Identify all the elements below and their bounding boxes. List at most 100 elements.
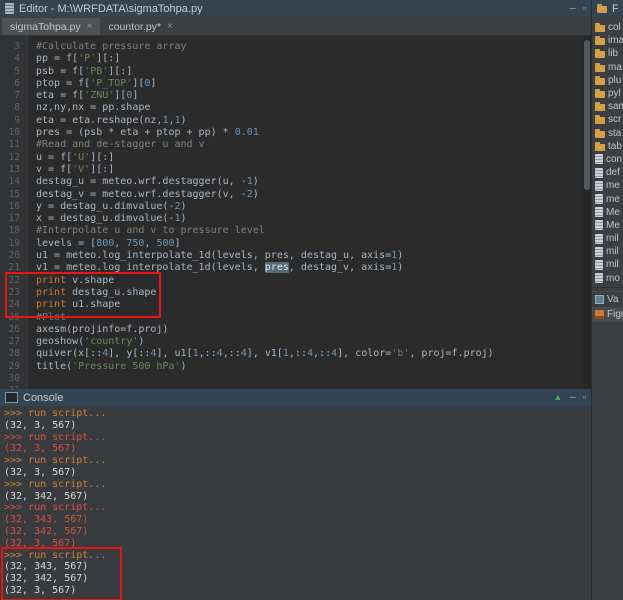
code-text: quiver(x[::4], y[::4], u1[1,::4,::4], v1… bbox=[27, 348, 494, 360]
editor-pane-header: Editor - M:\WRFDATA\sigmaTohpa.py ─ ▫ bbox=[0, 0, 591, 17]
code-line: 7eta = f['ZNU'][0] bbox=[0, 90, 591, 102]
code-line: 9eta = eta.reshape(nz,1,1) bbox=[0, 115, 591, 127]
code-token: ] bbox=[132, 90, 138, 101]
file-tree-item[interactable]: sta bbox=[595, 127, 623, 140]
tab-countor[interactable]: countor.py* × bbox=[100, 18, 180, 35]
code-line: 19levels = [800, 750, 500] bbox=[0, 238, 591, 250]
console-line: >>> run script... bbox=[4, 408, 591, 420]
console-run-up-icon[interactable]: ▲ bbox=[553, 393, 562, 402]
code-token: , bbox=[144, 238, 156, 249]
code-token: 750 bbox=[126, 238, 144, 249]
code-token: 'ZNU' bbox=[84, 90, 114, 101]
tab-label: countor.py* bbox=[108, 21, 161, 33]
code-line: 24print u1.shape bbox=[0, 299, 591, 311]
line-number: 23 bbox=[0, 287, 27, 299]
figures-tab-label: Figu bbox=[607, 309, 623, 320]
code-text: x = destag_u.dimvalue(-1) bbox=[27, 213, 187, 225]
code-text: #Plot bbox=[27, 312, 66, 324]
console-line: (32, 342, 567) bbox=[4, 573, 591, 585]
tab-label: sigmaTohpa.py bbox=[10, 21, 81, 33]
tab-close-icon[interactable]: × bbox=[167, 21, 173, 32]
code-token: ,:: bbox=[223, 348, 241, 359]
code-line: 11#Read and de-stagger u and v bbox=[0, 139, 591, 151]
file-tree-item[interactable]: tab bbox=[595, 140, 623, 153]
code-token: ,:: bbox=[313, 348, 331, 359]
code-token: 500 bbox=[156, 238, 174, 249]
file-tree-item-label: con bbox=[606, 154, 622, 165]
variables-tab[interactable]: Va bbox=[592, 292, 623, 307]
file-tree-item[interactable]: ima bbox=[595, 34, 623, 47]
line-number: 22 bbox=[0, 275, 27, 287]
editor-minimize-icon[interactable]: ─ bbox=[569, 4, 575, 13]
file-tree-item[interactable]: lib bbox=[595, 47, 623, 60]
file-tree-item[interactable]: mo bbox=[595, 272, 623, 285]
line-number: 9 bbox=[0, 115, 27, 127]
file-tree-item[interactable]: sam bbox=[595, 100, 623, 113]
file-tree-item[interactable]: Me bbox=[595, 206, 623, 219]
file-tree-item[interactable]: me bbox=[595, 179, 623, 192]
code-editor[interactable]: 3#Calculate pressure array4pp = f['P'][:… bbox=[0, 36, 591, 389]
code-line: 14destag_u = meteo.wrf.destagger(u, -1) bbox=[0, 176, 591, 188]
file-tree-item[interactable]: con bbox=[595, 153, 623, 166]
console-minimize-icon[interactable]: ─ bbox=[569, 393, 575, 402]
code-line: 26axesm(projinfo=f.proj) bbox=[0, 324, 591, 336]
folder-icon bbox=[595, 65, 605, 72]
file-tree-item-label: Me bbox=[606, 220, 620, 231]
code-line: 17x = destag_u.dimvalue(-1) bbox=[0, 213, 591, 225]
console-float-icon[interactable]: ▫ bbox=[583, 393, 586, 402]
code-token: geoshow( bbox=[36, 336, 84, 347]
file-tree-item[interactable]: ma bbox=[595, 61, 623, 74]
file-tree-item[interactable]: pyl bbox=[595, 87, 623, 100]
code-token: 'P' bbox=[78, 53, 96, 64]
code-text: print destag_u.shape bbox=[27, 287, 156, 299]
code-lines-container: 3#Calculate pressure array4pp = f['P'][:… bbox=[0, 41, 591, 389]
file-tree-item[interactable]: mil bbox=[595, 245, 623, 258]
code-text: pp = f['P'][:] bbox=[27, 53, 120, 65]
line-number: 26 bbox=[0, 324, 27, 336]
code-token: 'b' bbox=[391, 348, 409, 359]
console-line: (32, 343, 567) bbox=[4, 514, 591, 526]
code-token: ], u1[ bbox=[156, 348, 192, 359]
file-tree-item[interactable]: mil bbox=[595, 258, 623, 271]
folder-icon bbox=[597, 6, 607, 13]
file-panel-title: File bbox=[612, 3, 618, 15]
code-token: print bbox=[36, 275, 66, 286]
console-lines-container: >>> run script...(32, 3, 567)>>> run scr… bbox=[4, 408, 591, 597]
file-tree-item[interactable]: def bbox=[595, 166, 623, 179]
file-tree-item-label: lib bbox=[608, 48, 618, 59]
code-token: ) bbox=[181, 201, 187, 212]
file-tree-item[interactable]: mil bbox=[595, 232, 623, 245]
file-tree-item[interactable]: scr bbox=[595, 113, 623, 126]
tab-close-icon[interactable]: × bbox=[87, 21, 93, 32]
line-number: 15 bbox=[0, 189, 27, 201]
console-line: >>> run script... bbox=[4, 550, 591, 562]
folder-icon bbox=[595, 104, 605, 111]
file-tree-item[interactable]: Me bbox=[595, 219, 623, 232]
file-icon bbox=[595, 273, 603, 283]
code-token: v1 = meteo.log_interpolate_1d(levels, bbox=[36, 262, 265, 273]
code-token: 'V' bbox=[72, 164, 90, 175]
code-token: ) bbox=[181, 115, 187, 126]
editor-scrollbar[interactable] bbox=[583, 36, 591, 389]
figures-tab[interactable]: Figu bbox=[592, 307, 623, 322]
code-token: , destag_v, axis= bbox=[289, 262, 391, 273]
tab-sigmatohpa[interactable]: sigmaTohpa.py × bbox=[2, 18, 100, 35]
file-tree-item[interactable]: col bbox=[595, 21, 623, 34]
file-tree-item[interactable]: me bbox=[595, 192, 623, 205]
file-tree-item-label: mil bbox=[606, 259, 619, 270]
code-line: 6ptop = f['P_TOP'][0] bbox=[0, 78, 591, 90]
file-tree-item[interactable]: plu bbox=[595, 74, 623, 87]
folder-icon bbox=[595, 38, 605, 45]
code-token: ][ bbox=[114, 90, 126, 101]
code-line: 27geoshow('country') bbox=[0, 336, 591, 348]
code-token: 'U' bbox=[72, 152, 90, 163]
console-pane-header: Console ▲ ─ ▫ bbox=[0, 389, 591, 406]
editor-float-icon[interactable]: ▫ bbox=[583, 4, 586, 13]
editor-tab-bar: sigmaTohpa.py × countor.py* × bbox=[0, 17, 591, 36]
line-number: 17 bbox=[0, 213, 27, 225]
line-number: 4 bbox=[0, 53, 27, 65]
editor-scrollbar-thumb[interactable] bbox=[584, 40, 590, 190]
code-token: v.shape bbox=[66, 275, 114, 286]
console-output[interactable]: >>> run script...(32, 3, 567)>>> run scr… bbox=[0, 406, 591, 600]
app-window: Editor - M:\WRFDATA\sigmaTohpa.py ─ ▫ si… bbox=[0, 0, 623, 600]
